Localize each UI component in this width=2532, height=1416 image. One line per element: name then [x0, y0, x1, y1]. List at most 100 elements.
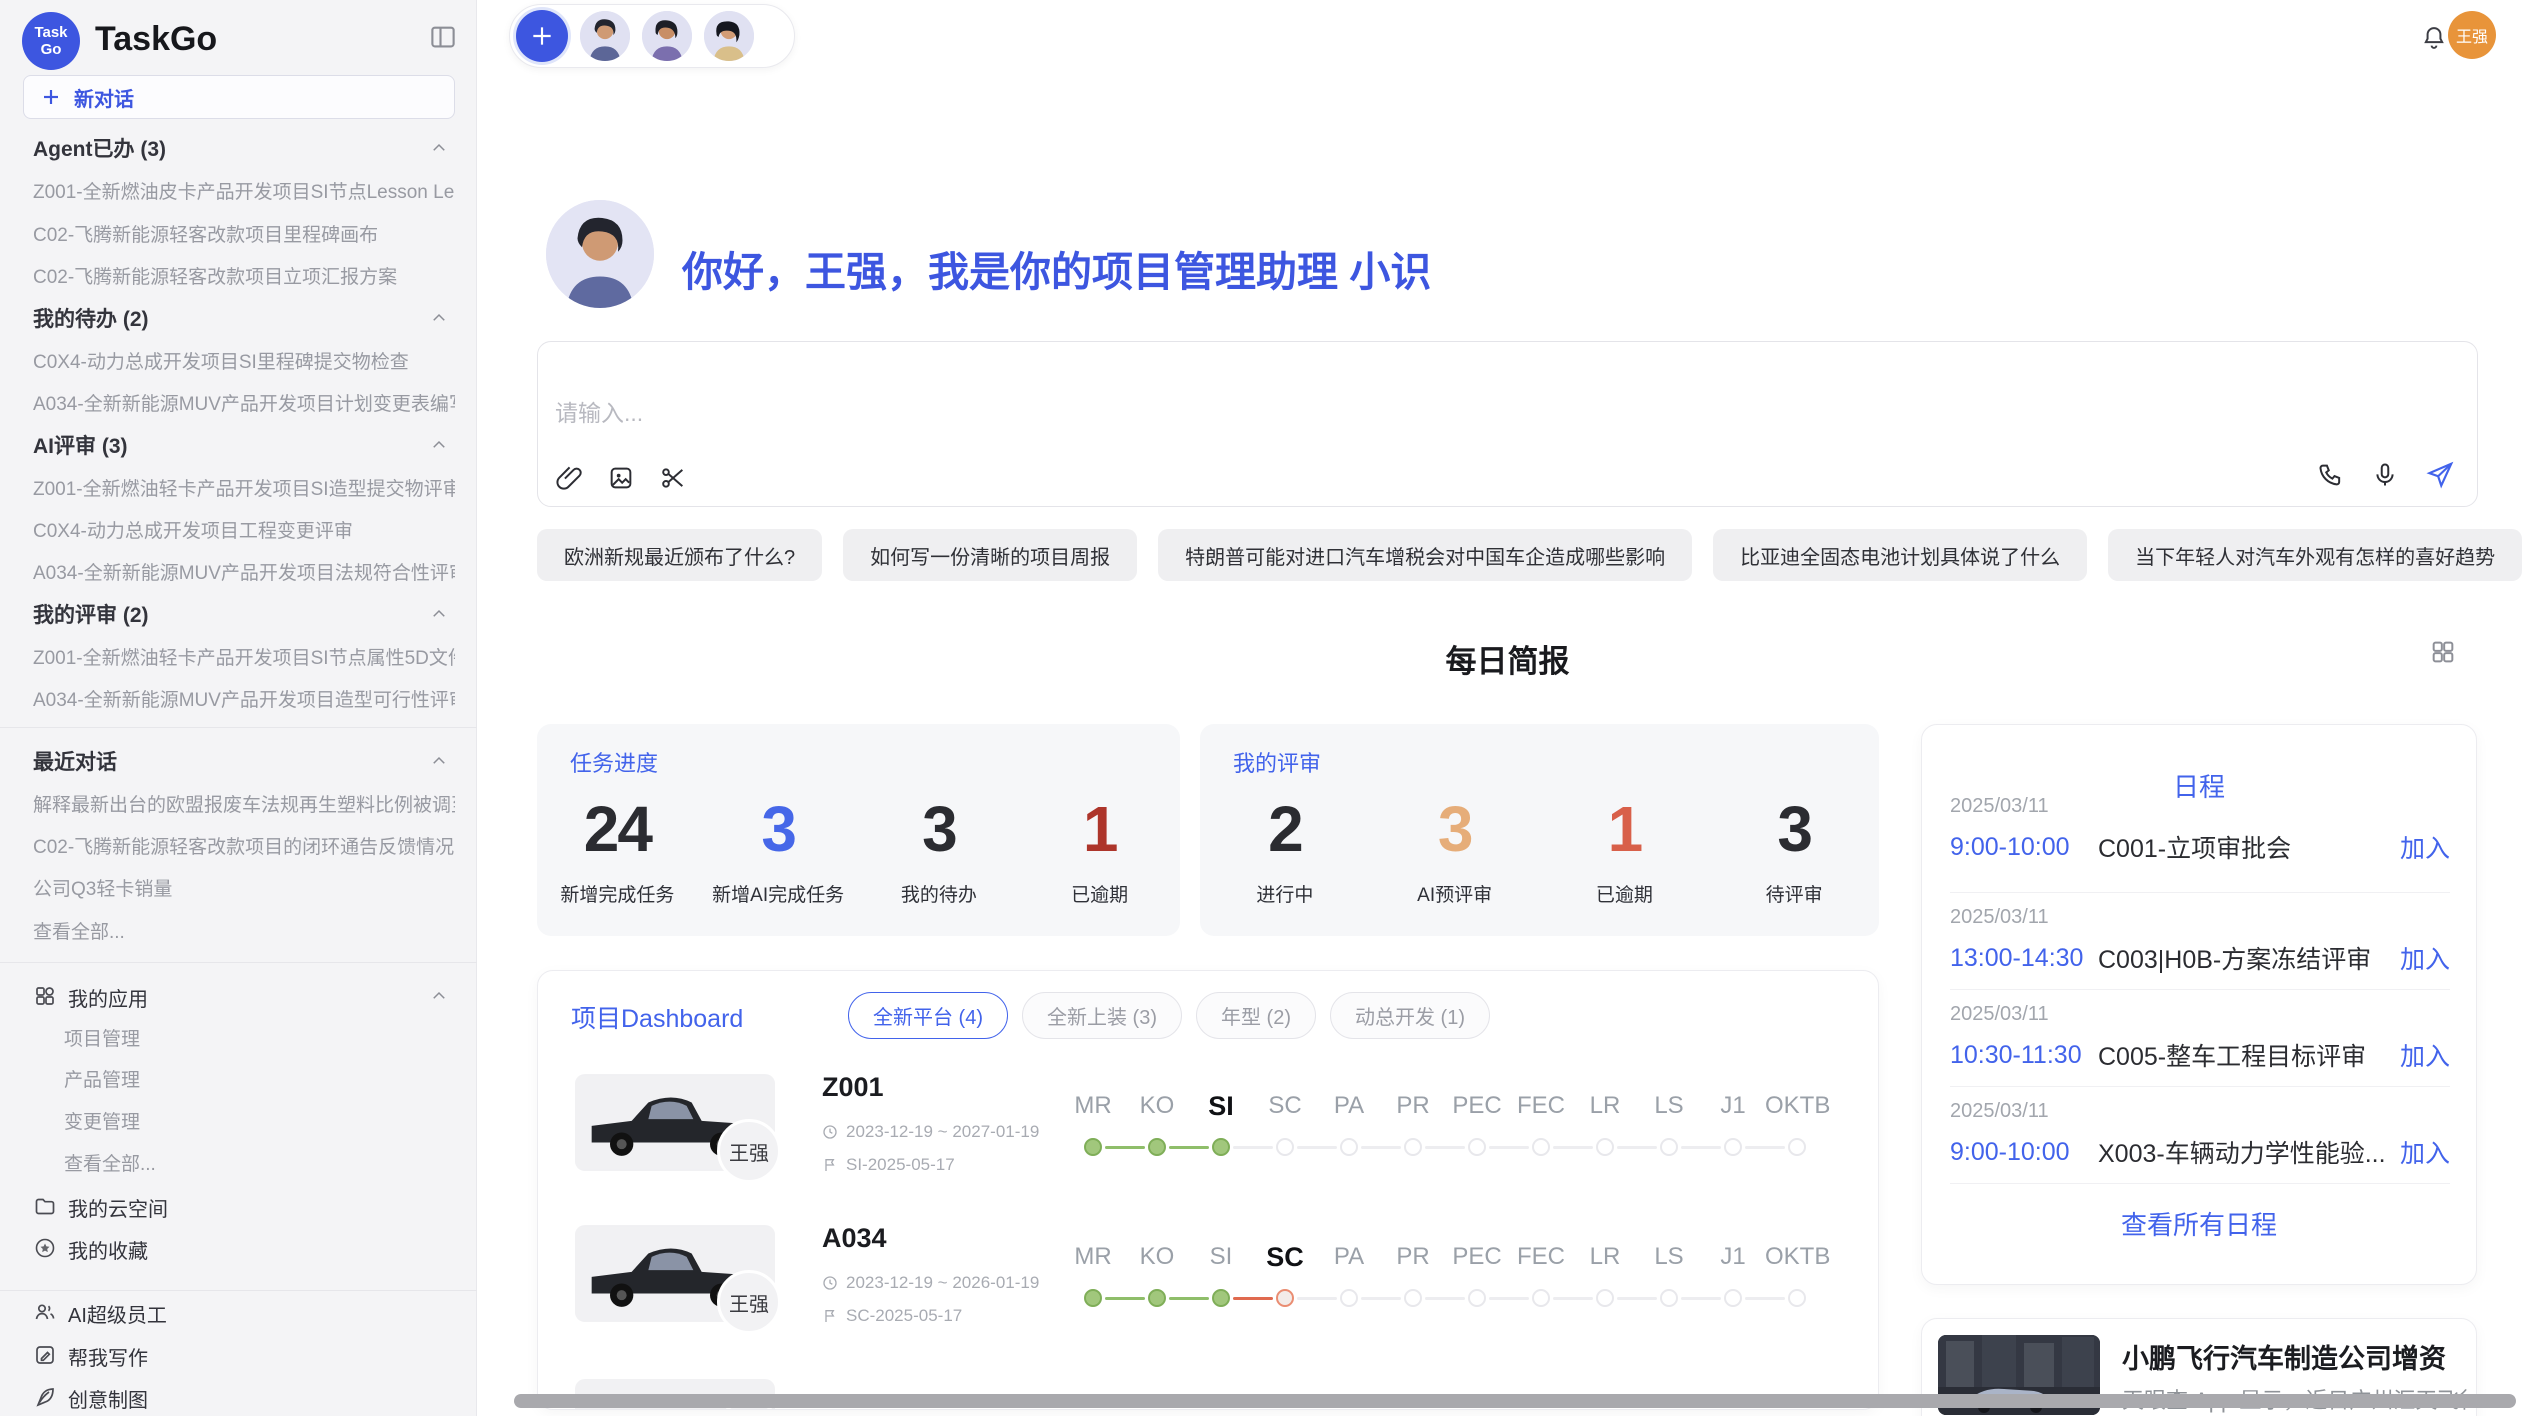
sidebar-item-product-mgmt[interactable]: 产品管理	[64, 1065, 486, 1092]
user-avatar[interactable]: 王强	[2448, 11, 2496, 59]
project-row[interactable]: 王强 Z001 2023-12-19 ~ 2027-01-19 SI-2025-…	[538, 1064, 1879, 1214]
view-all-schedule-link[interactable]: 查看所有日程	[1922, 1205, 2476, 1242]
assistant-avatar	[546, 200, 654, 308]
sidebar-item-project-mgmt[interactable]: 项目管理	[64, 1024, 486, 1051]
agent-avatar[interactable]	[642, 11, 692, 61]
list-item[interactable]: A034-全新新能源MUV产品开发项目法规符合性评审	[33, 558, 455, 585]
list-item[interactable]: 解释最新出台的欧盟报废车法规再生塑料比例被调至15%...	[33, 790, 455, 817]
chevron-up-icon	[430, 139, 448, 157]
list-item[interactable]: A034-全新新能源MUV产品开发项目造型可行性评审	[33, 685, 455, 712]
flag-icon	[822, 1157, 838, 1173]
schedule-event: 2025/03/11 9:00-10:00 X003-车辆动力学性能验... 加…	[1950, 1086, 2450, 1183]
input-attachments	[555, 464, 687, 492]
list-item[interactable]: 公司Q3轻卡销量	[33, 874, 455, 901]
divider	[1950, 1183, 2450, 1184]
owner-badge: 王强	[717, 1119, 781, 1183]
new-chat-button[interactable]: 新对话	[23, 75, 455, 119]
section-recent-chats[interactable]: 最近对话	[33, 746, 117, 776]
schedule-card: 日程 2025/03/11 9:00-10:00 C001-立项审批会 加入 2…	[1921, 724, 2477, 1285]
suggestion-chip[interactable]: 当下年轻人对汽车外观有怎样的喜好趋势	[2108, 529, 2522, 581]
tab-year-model[interactable]: 年型 (2)	[1196, 992, 1316, 1039]
list-item[interactable]: C0X4-动力总成开发项目工程变更评审	[33, 516, 455, 543]
list-item[interactable]: A034-全新新能源MUV产品开发项目计划变更表编写	[33, 389, 455, 416]
send-icon[interactable]	[2425, 460, 2455, 490]
app-screen: Task Go TaskGo 新对话 Agent已办 (3) Z001-全新燃油…	[0, 0, 2532, 1416]
sidebar-item-change-mgmt[interactable]: 变更管理	[64, 1107, 486, 1134]
stat-pending-review: 3 待评审	[1709, 794, 1879, 907]
chat-input[interactable]	[555, 400, 1955, 427]
recent-view-all[interactable]: 查看全部...	[33, 917, 455, 944]
sidebar-item-creative-draw[interactable]: 创意制图	[68, 1384, 148, 1413]
suggestion-chip[interactable]: 特朗普可能对进口汽车增税会对中国车企造成哪些影响	[1158, 529, 1692, 581]
milestone-dot	[1532, 1138, 1550, 1156]
tab-new-platform[interactable]: 全新平台 (4)	[848, 992, 1008, 1039]
add-agent-button[interactable]	[516, 10, 568, 62]
milestone-dot	[1084, 1289, 1102, 1307]
divider	[0, 962, 477, 963]
milestone-dot	[1724, 1289, 1742, 1307]
sidebar-item-favorites[interactable]: 我的收藏	[68, 1235, 148, 1264]
join-link[interactable]: 加入	[2400, 1134, 2450, 1170]
suggestion-chip[interactable]: 欧洲新规最近颁布了什么?	[537, 529, 822, 581]
folder-icon	[33, 1194, 57, 1218]
project-flag: SC-2025-05-17	[822, 1306, 962, 1326]
apps-grid-icon	[33, 984, 57, 1008]
stat-my-todo: 3 我的待办	[859, 794, 1020, 907]
join-link[interactable]: 加入	[2400, 1037, 2450, 1073]
stat-ai-prereview: 3 AI预评审	[1370, 794, 1540, 907]
list-item[interactable]: Z001-全新燃油皮卡产品开发项目SI节点Lesson Learn报告	[33, 177, 455, 204]
project-flag: SI-2025-05-17	[822, 1155, 955, 1175]
paperclip-icon[interactable]	[555, 464, 583, 492]
daily-briefing-title: 每日简报	[537, 636, 2478, 681]
project-row[interactable]: 王强 A034 2023-12-19 ~ 2026-01-19 SC-2025-…	[538, 1215, 1879, 1365]
list-item[interactable]: Z001-全新燃油轻卡产品开发项目SI造型提交物评审	[33, 474, 455, 501]
event-time: 13:00-14:30	[1950, 944, 2098, 973]
agent-avatar[interactable]	[580, 11, 630, 61]
layout-grid-icon[interactable]	[2429, 638, 2457, 666]
sidebar-collapse-icon[interactable]	[428, 22, 458, 52]
apps-view-all[interactable]: 查看全部...	[64, 1149, 486, 1176]
list-item[interactable]: Z001-全新燃油轻卡产品开发项目SI节点属性5D文件评审	[33, 643, 455, 670]
greeting-text: 你好，王强，我是你的项目管理助理 小识	[682, 238, 1431, 298]
list-item[interactable]: C02-飞腾新能源轻客改款项目的闭环通告反馈情况	[33, 832, 455, 859]
microphone-icon[interactable]	[2371, 461, 2399, 489]
horizontal-scrollbar[interactable]	[514, 1394, 2516, 1408]
agent-avatar[interactable]	[704, 11, 754, 61]
milestone-dot	[1788, 1289, 1806, 1307]
milestone-dot	[1724, 1138, 1742, 1156]
milestone-dot	[1468, 1289, 1486, 1307]
join-link[interactable]: 加入	[2400, 940, 2450, 976]
tab-powertrain[interactable]: 动总开发 (1)	[1330, 992, 1490, 1039]
event-name: C005-整车工程目标评审	[2098, 1037, 2400, 1073]
input-actions	[2317, 460, 2455, 490]
milestone-dot	[1148, 1138, 1166, 1156]
sidebar-item-my-apps[interactable]: 我的应用	[68, 983, 148, 1012]
join-link[interactable]: 加入	[2400, 829, 2450, 865]
section-agent-done[interactable]: Agent已办 (3)	[33, 133, 166, 163]
image-icon[interactable]	[607, 464, 635, 492]
sidebar-item-cloud-space[interactable]: 我的云空间	[68, 1193, 168, 1222]
sidebar-item-help-write[interactable]: 帮我写作	[68, 1342, 148, 1371]
sidebar-item-ai-employee[interactable]: AI超级员工	[68, 1299, 167, 1328]
divider	[0, 1290, 477, 1291]
tab-new-body[interactable]: 全新上装 (3)	[1022, 992, 1182, 1039]
suggestion-chip[interactable]: 比亚迪全固态电池计划具体说了什么	[1713, 529, 2087, 581]
card-title: 任务进度	[570, 746, 658, 778]
list-item[interactable]: C02-飞腾新能源轻客改款项目里程碑画布	[33, 220, 455, 247]
list-item[interactable]: C02-飞腾新能源轻客改款项目立项汇报方案	[33, 262, 455, 289]
chevron-up-icon	[430, 309, 448, 327]
section-ai-review[interactable]: AI评审 (3)	[33, 430, 128, 460]
people-icon	[33, 1300, 57, 1324]
section-my-todo[interactable]: 我的待办 (2)	[33, 303, 149, 333]
owner-badge: 王强	[717, 1270, 781, 1334]
project-dates: 2023-12-19 ~ 2027-01-19	[822, 1122, 1039, 1142]
milestone-dot	[1660, 1138, 1678, 1156]
plus-icon	[529, 23, 555, 49]
notification-bell-icon[interactable]	[2420, 24, 2448, 52]
phone-icon[interactable]	[2317, 461, 2345, 489]
scissors-icon[interactable]	[659, 464, 687, 492]
section-my-review[interactable]: 我的评审 (2)	[33, 599, 149, 629]
card-title: 我的评审	[1233, 746, 1321, 778]
list-item[interactable]: C0X4-动力总成开发项目SI里程碑提交物检查	[33, 347, 455, 374]
suggestion-chip[interactable]: 如何写一份清晰的项目周报	[843, 529, 1137, 581]
